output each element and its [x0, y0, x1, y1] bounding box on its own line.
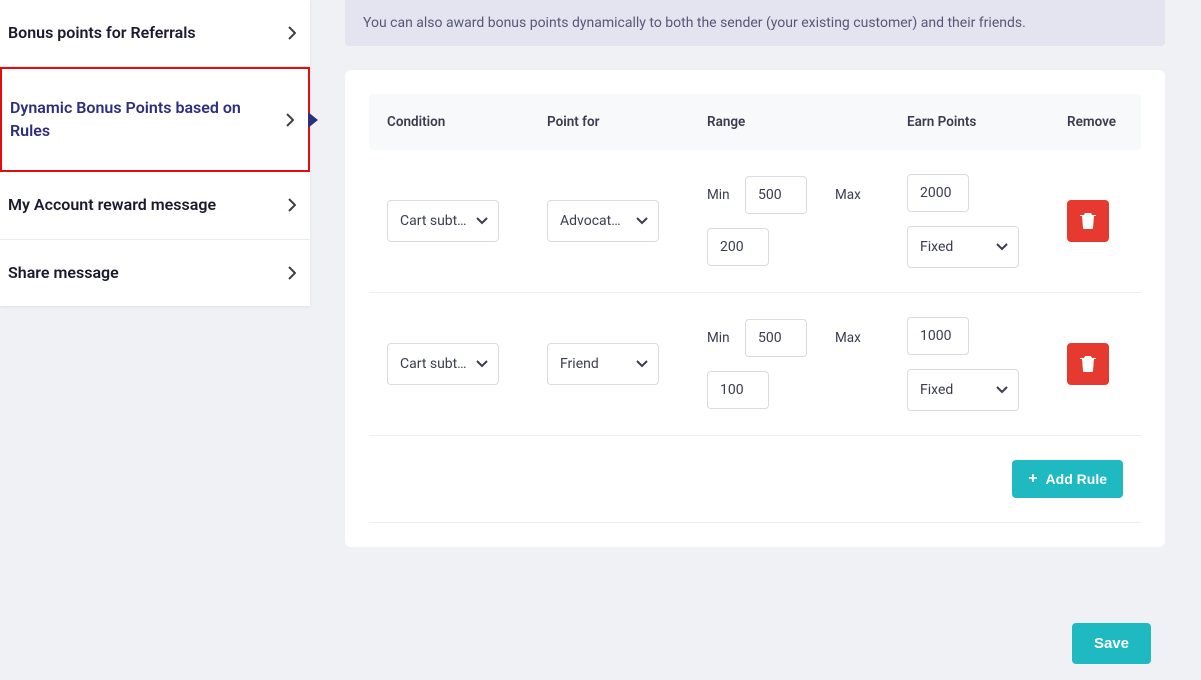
earn-type-select[interactable]: Fixed — [907, 369, 1019, 411]
col-remove: Remove — [1067, 114, 1137, 130]
earn-points-input[interactable] — [907, 317, 969, 355]
min-label: Min — [707, 330, 735, 346]
main-content: You can also award bonus points dynamica… — [345, 0, 1165, 547]
max-label: Max — [835, 187, 861, 203]
point-for-select[interactable]: Friend — [547, 343, 659, 385]
earn-points-input[interactable] — [907, 174, 969, 212]
point-for-select[interactable]: Advocate/... — [547, 200, 659, 242]
trash-icon — [1080, 211, 1096, 232]
sidebar-item-label: Bonus points for Referrals — [8, 22, 196, 44]
delete-button[interactable] — [1067, 200, 1109, 242]
actions-row: + Add Rule — [369, 436, 1141, 523]
min-input[interactable] — [745, 176, 807, 214]
sidebar-item-dynamic-bonus[interactable]: Dynamic Bonus Points based on Rules — [0, 67, 310, 172]
sidebar-item-label: Share message — [8, 262, 119, 284]
sidebar-item-share-message[interactable]: Share message — [0, 240, 310, 306]
chevron-right-icon — [288, 198, 296, 212]
range-second-input[interactable] — [707, 228, 769, 266]
col-range: Range — [707, 114, 907, 130]
condition-select[interactable]: Cart subtotal — [387, 200, 499, 242]
sidebar-item-label: My Account reward message — [8, 194, 216, 216]
save-button[interactable]: Save — [1072, 623, 1151, 664]
plus-icon: + — [1028, 471, 1037, 487]
table-row: Cart subtotal Friend Min Max — [369, 293, 1141, 436]
col-condition: Condition — [387, 114, 547, 130]
sidebar-item-account-message[interactable]: My Account reward message — [0, 172, 310, 239]
rules-panel: Condition Point for Range Earn Points Re… — [345, 70, 1165, 547]
trash-icon — [1080, 354, 1096, 375]
delete-button[interactable] — [1067, 343, 1109, 385]
max-label: Max — [835, 330, 861, 346]
min-input[interactable] — [745, 319, 807, 357]
save-bar: Save — [1072, 623, 1151, 664]
chevron-right-icon — [286, 113, 294, 127]
sidebar: Bonus points for Referrals Dynamic Bonus… — [0, 0, 310, 306]
min-label: Min — [707, 187, 735, 203]
col-point-for: Point for — [547, 114, 707, 130]
rules-table: Condition Point for Range Earn Points Re… — [369, 94, 1141, 523]
info-banner: You can also award bonus points dynamica… — [345, 0, 1165, 46]
chevron-right-icon — [288, 26, 296, 40]
col-earn: Earn Points — [907, 114, 1067, 130]
sidebar-item-bonus-referrals[interactable]: Bonus points for Referrals — [0, 0, 310, 67]
range-second-input[interactable] — [707, 371, 769, 409]
sidebar-item-label: Dynamic Bonus Points based on Rules — [10, 97, 276, 142]
table-row: Cart subtotal Advocate/... Min Max — [369, 150, 1141, 293]
add-rule-label: Add Rule — [1046, 471, 1107, 487]
chevron-right-icon — [288, 266, 296, 280]
add-rule-button[interactable]: + Add Rule — [1012, 460, 1123, 498]
condition-select[interactable]: Cart subtotal — [387, 343, 499, 385]
earn-type-select[interactable]: Fixed — [907, 226, 1019, 268]
table-header: Condition Point for Range Earn Points Re… — [369, 94, 1141, 150]
